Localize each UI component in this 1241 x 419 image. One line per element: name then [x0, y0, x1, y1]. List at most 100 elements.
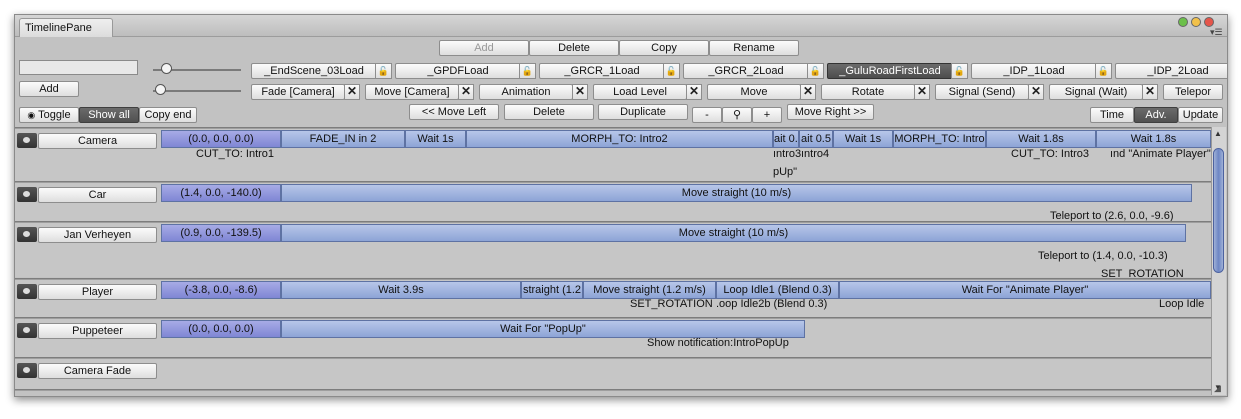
duplicate-button[interactable]: Duplicate: [598, 104, 688, 120]
rename-event-button[interactable]: Rename: [709, 40, 799, 56]
remove-filter-icon[interactable]: ✕: [344, 84, 360, 100]
timeline-event[interactable]: (0.9, 0.0, -139.5): [161, 224, 281, 242]
move-left-button[interactable]: << Move Left: [409, 104, 499, 120]
timeline-event[interactable]: (0.0, 0.0, 0.0): [161, 320, 281, 338]
level-button[interactable]: _GRCR_2Load: [683, 63, 809, 79]
timeline-event[interactable]: ait 0.5: [773, 130, 799, 148]
remove-filter-icon[interactable]: ✕: [1142, 84, 1158, 100]
timeline-event[interactable]: MORPH_TO: Intro2: [466, 130, 773, 148]
remove-filter-icon[interactable]: ✕: [1028, 84, 1044, 100]
remove-filter-icon[interactable]: ✕: [686, 84, 702, 100]
timeline-event[interactable]: Move straight (10 m/s): [281, 224, 1186, 242]
event-note: CUT_TO: Intro1: [196, 148, 275, 160]
event-note: CUT_TO: Intro3: [1011, 148, 1090, 160]
timeline-event[interactable]: Wait 3.9s: [281, 281, 521, 299]
timeline-event[interactable]: Wait 1.8s: [1096, 130, 1211, 148]
visibility-eye-icon[interactable]: [17, 133, 37, 148]
track-name-button[interactable]: Camera Fade: [38, 363, 157, 379]
lock-icon[interactable]: 🔓: [375, 63, 392, 79]
lock-icon[interactable]: 🔓: [1095, 63, 1112, 79]
track-name-button[interactable]: Jan Verheyen: [38, 227, 157, 243]
add-button[interactable]: Add: [19, 81, 79, 97]
timeline-event[interactable]: FADE_IN in 2: [281, 130, 405, 148]
timeline-event[interactable]: Wait For "Animate Player": [839, 281, 1211, 299]
resize-grip-icon[interactable]: ◢: [1214, 383, 1221, 394]
filter-button[interactable]: Signal (Send): [935, 84, 1029, 100]
lock-icon[interactable]: 🔓: [807, 63, 824, 79]
toggle-label: Toggle: [38, 109, 71, 121]
move-right-button[interactable]: Move Right >>: [787, 104, 874, 120]
filter-button[interactable]: Animation: [479, 84, 573, 100]
minimize-icon[interactable]: [1178, 17, 1188, 27]
timeline-event[interactable]: ait 0.5: [799, 130, 833, 148]
filter-button[interactable]: Move: [707, 84, 801, 100]
level-button[interactable]: _IDP_2Load: [1115, 63, 1227, 79]
lock-icon[interactable]: 🔓: [951, 63, 968, 79]
level-button[interactable]: _GPDFLoad: [395, 63, 521, 79]
remove-filter-icon[interactable]: ✕: [572, 84, 588, 100]
timeline-event[interactable]: (1.4, 0.0, -140.0): [161, 184, 281, 202]
remove-filter-icon[interactable]: ✕: [914, 84, 930, 100]
timeline-event[interactable]: Wait For "PopUp": [281, 320, 805, 338]
copy-event-button[interactable]: Copy: [619, 40, 709, 56]
visibility-eye-icon[interactable]: [17, 323, 37, 338]
level-button[interactable]: _GuluRoadFirstLoad: [827, 63, 953, 79]
filter-button[interactable]: Load Level: [593, 84, 687, 100]
timeline-event[interactable]: (-3.8, 0.0, -8.6): [161, 281, 281, 299]
zoom-out-button[interactable]: -: [692, 107, 722, 123]
filter-slider-thumb[interactable]: [155, 84, 166, 95]
timeline-event[interactable]: Wait 1s: [405, 130, 466, 148]
track-name-button[interactable]: Puppeteer: [38, 323, 157, 339]
track-name-button[interactable]: Car: [38, 187, 157, 203]
level-slider-thumb[interactable]: [161, 63, 172, 74]
level-button[interactable]: _EndScene_03Load: [251, 63, 377, 79]
visibility-eye-icon[interactable]: [17, 363, 37, 378]
add-event-button[interactable]: Add: [439, 40, 529, 56]
tab-timeline-pane[interactable]: TimelinePane: [19, 18, 113, 37]
timeline-event[interactable]: (0.0, 0.0, 0.0): [161, 130, 281, 148]
visibility-eye-icon[interactable]: [17, 284, 37, 299]
event-note: .oop Idle2b (Blend 0.3): [716, 298, 828, 310]
filter-button[interactable]: Signal (Wait): [1049, 84, 1143, 100]
name-input[interactable]: [19, 60, 138, 75]
delete-event-button[interactable]: Delete: [529, 40, 619, 56]
scroll-up-icon[interactable]: ▲: [1214, 129, 1222, 138]
timeline-event[interactable]: Wait 1.8s: [986, 130, 1096, 148]
filter-item: Signal (Send) ✕: [935, 84, 1047, 100]
adv-mode-button[interactable]: Adv.: [1134, 107, 1178, 123]
show-all-button[interactable]: Show all: [79, 107, 139, 123]
track-name-button[interactable]: Player: [38, 284, 157, 300]
timeline-event[interactable]: straight (1.2: [521, 281, 583, 299]
delete-selection-button[interactable]: Delete: [504, 104, 594, 120]
timeline-event[interactable]: MORPH_TO: Intro: [893, 130, 986, 148]
visibility-eye-icon[interactable]: [17, 227, 37, 242]
filter-button[interactable]: Move [Camera]: [365, 84, 459, 100]
level-button[interactable]: _IDP_1Load: [971, 63, 1097, 79]
timeline-event[interactable]: Wait 1s: [833, 130, 893, 148]
scrollbar-thumb[interactable]: [1213, 148, 1224, 273]
update-button[interactable]: Update: [1178, 107, 1223, 123]
copy-end-button[interactable]: Copy end: [139, 107, 197, 123]
lock-icon[interactable]: 🔓: [519, 63, 536, 79]
zoom-in-button[interactable]: +: [752, 107, 782, 123]
filter-slider[interactable]: [153, 90, 241, 92]
timeline-event[interactable]: Loop Idle1 (Blend 0.3): [716, 281, 839, 299]
level-button[interactable]: _GRCR_1Load: [539, 63, 665, 79]
filter-button[interactable]: Fade [Camera]: [251, 84, 345, 100]
close-window-icon[interactable]: [1204, 17, 1214, 27]
magnifier-icon: ⚲: [732, 109, 742, 121]
lock-icon[interactable]: 🔓: [663, 63, 680, 79]
time-mode-button[interactable]: Time: [1090, 107, 1134, 123]
remove-filter-icon[interactable]: ✕: [800, 84, 816, 100]
track-name-button[interactable]: Camera: [38, 133, 157, 149]
toggle-button[interactable]: ◉ Toggle: [19, 107, 79, 123]
timeline-event[interactable]: Move straight (10 m/s): [281, 184, 1192, 202]
remove-filter-icon[interactable]: ✕: [458, 84, 474, 100]
filter-button[interactable]: Telepor: [1163, 84, 1223, 100]
zoom-icon[interactable]: [1191, 17, 1201, 27]
filter-button[interactable]: Rotate: [821, 84, 915, 100]
zoom-button[interactable]: ⚲: [722, 107, 752, 123]
timeline-event[interactable]: Move straight (1.2 m/s): [583, 281, 716, 299]
visibility-eye-icon[interactable]: [17, 187, 37, 202]
pane-menu-icon[interactable]: ▾☰: [1210, 27, 1223, 38]
